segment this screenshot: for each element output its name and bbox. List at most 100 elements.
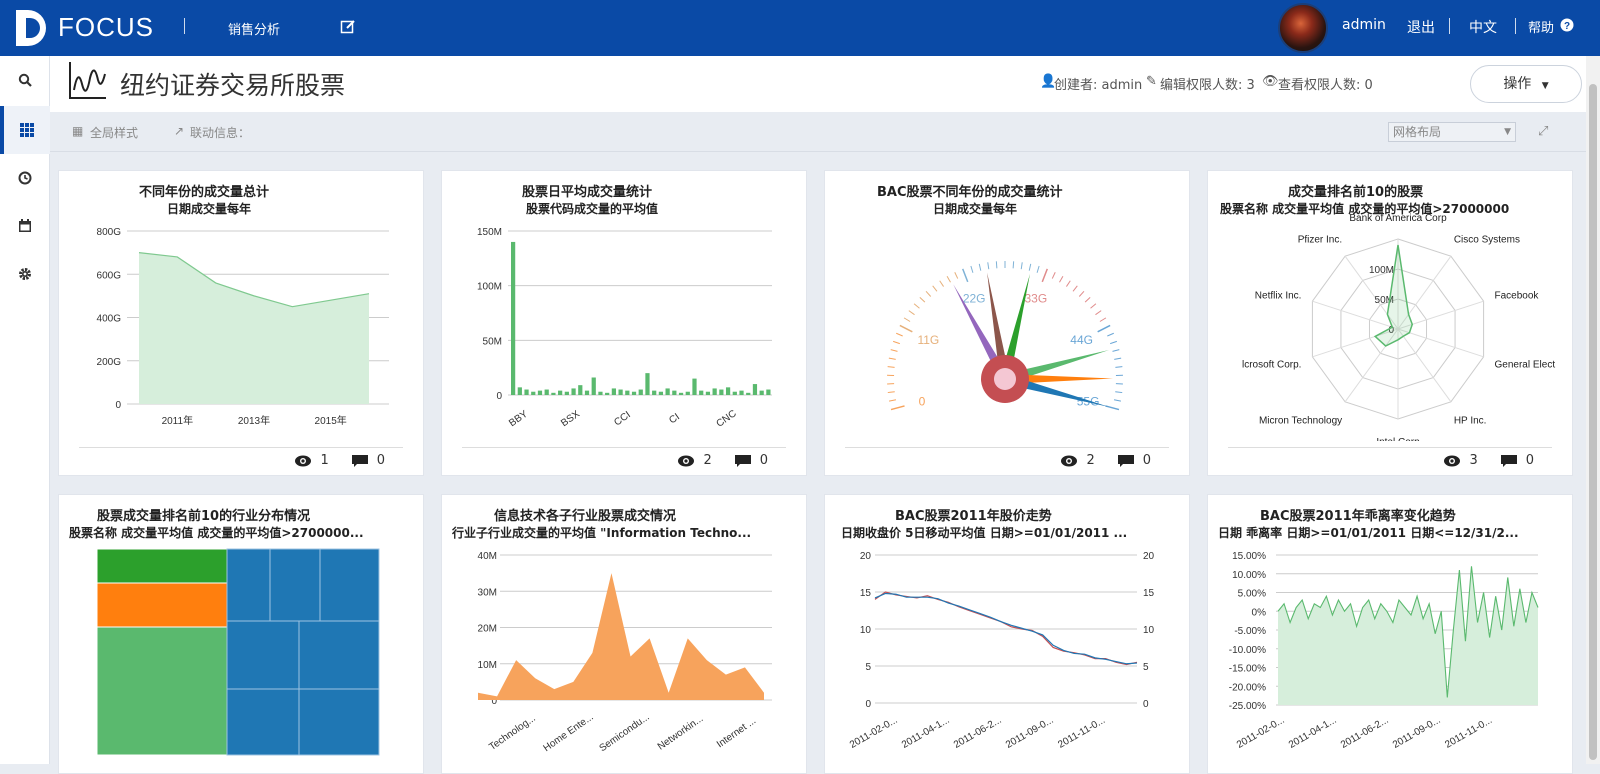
gauge-tick bbox=[933, 286, 937, 292]
gauge-tick bbox=[888, 367, 895, 368]
page-scrollbar[interactable] bbox=[1586, 56, 1600, 764]
treemap-cell bbox=[97, 549, 227, 583]
language-switch[interactable]: 中文 bbox=[1469, 17, 1497, 37]
comment-icon[interactable] bbox=[1117, 454, 1135, 468]
gauge-tick bbox=[909, 311, 915, 315]
edit-permission-count[interactable]: 编辑权限人数: 3 bbox=[1160, 74, 1255, 93]
edit-icon[interactable] bbox=[340, 19, 356, 35]
logout-link[interactable]: 退出 bbox=[1407, 17, 1435, 37]
bar bbox=[679, 393, 683, 395]
avatar[interactable] bbox=[1278, 3, 1328, 53]
area-fill bbox=[1278, 566, 1538, 705]
operations-button[interactable]: 操作 ▼ bbox=[1470, 65, 1582, 103]
card-stats: 2 0 bbox=[1060, 453, 1151, 468]
bar bbox=[551, 393, 555, 395]
treemap-cell bbox=[227, 549, 270, 621]
global-style-button[interactable]: 全局样式 bbox=[90, 124, 138, 141]
y-tick-label: 0% bbox=[1252, 607, 1267, 618]
radar-axis-label: Pfizer Inc. bbox=[1298, 234, 1342, 245]
linkage-info-button[interactable]: 联动信息： bbox=[190, 124, 250, 141]
gauge-tick bbox=[1079, 291, 1084, 296]
y-tick-label: 20 bbox=[860, 551, 872, 562]
treemap-cell bbox=[227, 689, 299, 755]
bar bbox=[545, 390, 549, 395]
bar bbox=[531, 392, 535, 395]
x-tick-label: Semicondu... bbox=[598, 712, 652, 754]
grid-icon bbox=[20, 123, 34, 137]
gauge-tick bbox=[1021, 262, 1022, 269]
gauge-tick bbox=[1110, 341, 1117, 343]
bar bbox=[578, 385, 582, 395]
gauge-tick bbox=[1073, 286, 1077, 292]
comments-count: 0 bbox=[377, 453, 385, 468]
chart-card[interactable]: 不同年份的成交量总计 日期成交量每年 0200G400G600G800G2011… bbox=[58, 170, 424, 476]
eye-icon[interactable] bbox=[294, 454, 312, 468]
chart-card[interactable]: 股票日平均成交量统计 股票代码成交量的平均值 050M100M150MBBYBS… bbox=[441, 170, 807, 476]
eye-icon[interactable] bbox=[677, 454, 695, 468]
chart-card[interactable]: 成交量排名前10的股票 股票名称 成交量平均值 成交量的平均值>27000000… bbox=[1207, 170, 1573, 476]
gauge-tick bbox=[1114, 358, 1121, 359]
comment-icon[interactable] bbox=[1500, 454, 1518, 468]
eye-icon[interactable] bbox=[1443, 454, 1461, 468]
sidebar-calendar[interactable] bbox=[0, 202, 50, 250]
scrollbar-thumb[interactable] bbox=[1589, 84, 1597, 760]
sidebar-settings[interactable] bbox=[0, 250, 50, 298]
view-permission-count[interactable]: 查看权限人数: 0 bbox=[1278, 74, 1373, 93]
sidebar-search[interactable] bbox=[0, 56, 50, 104]
calendar-icon bbox=[18, 219, 32, 233]
x-tick-label: 2011-09-0... bbox=[1391, 715, 1443, 751]
username[interactable]: admin bbox=[1342, 17, 1386, 33]
chart-card[interactable]: BAC股票2011年股价走势 日期收盘价 5日移动平均值 日期>=01/01/2… bbox=[824, 494, 1190, 774]
radar-axis-label: Micron Technology bbox=[1259, 416, 1342, 427]
treemap-cell bbox=[227, 621, 299, 689]
bar bbox=[558, 391, 562, 395]
chart-card[interactable]: 信息技术各子行业股票成交情况 行业子行业成交量的平均值 "Information… bbox=[441, 494, 807, 774]
help-icon[interactable]: ? bbox=[1560, 18, 1574, 32]
x-tick-label: 2011-09-0... bbox=[1004, 715, 1056, 751]
grid-style-icon: ▦ bbox=[72, 124, 83, 138]
focus-logo-icon[interactable] bbox=[12, 8, 50, 48]
area-fill bbox=[139, 253, 369, 404]
page-title: 纽约证券交易所股票 bbox=[120, 66, 345, 102]
dashboard-toolbar: ▦ 全局样式 ↗ 联动信息： 网格布局▼ ⤢ bbox=[50, 112, 1586, 152]
gauge-tick bbox=[893, 341, 900, 343]
bar bbox=[605, 393, 609, 395]
layout-select[interactable]: 网格布局▼ bbox=[1388, 122, 1516, 142]
chart-card[interactable]: BAC股票不同年份的成交量统计 日期成交量每年 011G22G33G44G55G… bbox=[824, 170, 1190, 476]
y-tick-label: 5 bbox=[865, 662, 871, 673]
comment-icon[interactable] bbox=[734, 454, 752, 468]
radar-axis-label: Cisco Systems bbox=[1454, 234, 1520, 245]
bar bbox=[612, 388, 616, 395]
sidebar-history[interactable] bbox=[0, 154, 50, 202]
y-tick-label: -10.00% bbox=[1229, 645, 1266, 656]
sidebar-dashboards[interactable] bbox=[0, 106, 50, 154]
comment-icon[interactable] bbox=[351, 454, 369, 468]
y-tick-label: 15 bbox=[860, 588, 872, 599]
bar bbox=[511, 242, 515, 395]
gauge-tick bbox=[900, 325, 912, 331]
views-count: 3 bbox=[1469, 453, 1477, 468]
chevron-down-icon: ▼ bbox=[1542, 81, 1549, 91]
chart-card[interactable]: BAC股票2011年乖离率变化趋势 日期 乖离率 日期>=01/01/2011 … bbox=[1207, 494, 1573, 774]
x-tick-label: Internet ... bbox=[715, 716, 758, 751]
bar bbox=[713, 388, 717, 395]
nav-sales-analysis[interactable]: 销售分析 bbox=[228, 19, 280, 38]
chart-card[interactable]: 股票成交量排名前10的行业分布情况 股票名称 成交量平均值 成交量的平均值>27… bbox=[58, 494, 424, 774]
gauge-tick bbox=[891, 406, 905, 410]
bar bbox=[645, 373, 649, 395]
search-icon bbox=[18, 73, 32, 87]
eye-icon[interactable] bbox=[1060, 454, 1078, 468]
bar bbox=[686, 392, 690, 395]
fullscreen-icon[interactable]: ⤢ bbox=[1538, 124, 1548, 139]
dashboard-header: 纽约证券交易所股票 👤 创建者: admin ✎ 编辑权限人数: 3 👁 查看权… bbox=[50, 56, 1586, 112]
x-tick-label: CI bbox=[667, 412, 682, 427]
x-tick-label: Home Ente... bbox=[542, 712, 596, 754]
chart-svg bbox=[59, 495, 425, 765]
y-tick-label: -5.00% bbox=[1234, 626, 1266, 637]
y-tick-label: 20M bbox=[478, 624, 497, 635]
gauge-tick bbox=[947, 276, 950, 282]
card-stats: 2 0 bbox=[677, 453, 768, 468]
bar bbox=[524, 390, 528, 395]
help-link[interactable]: 帮助 bbox=[1528, 17, 1554, 36]
x-tick-label: 2011-02-0... bbox=[1235, 715, 1287, 751]
